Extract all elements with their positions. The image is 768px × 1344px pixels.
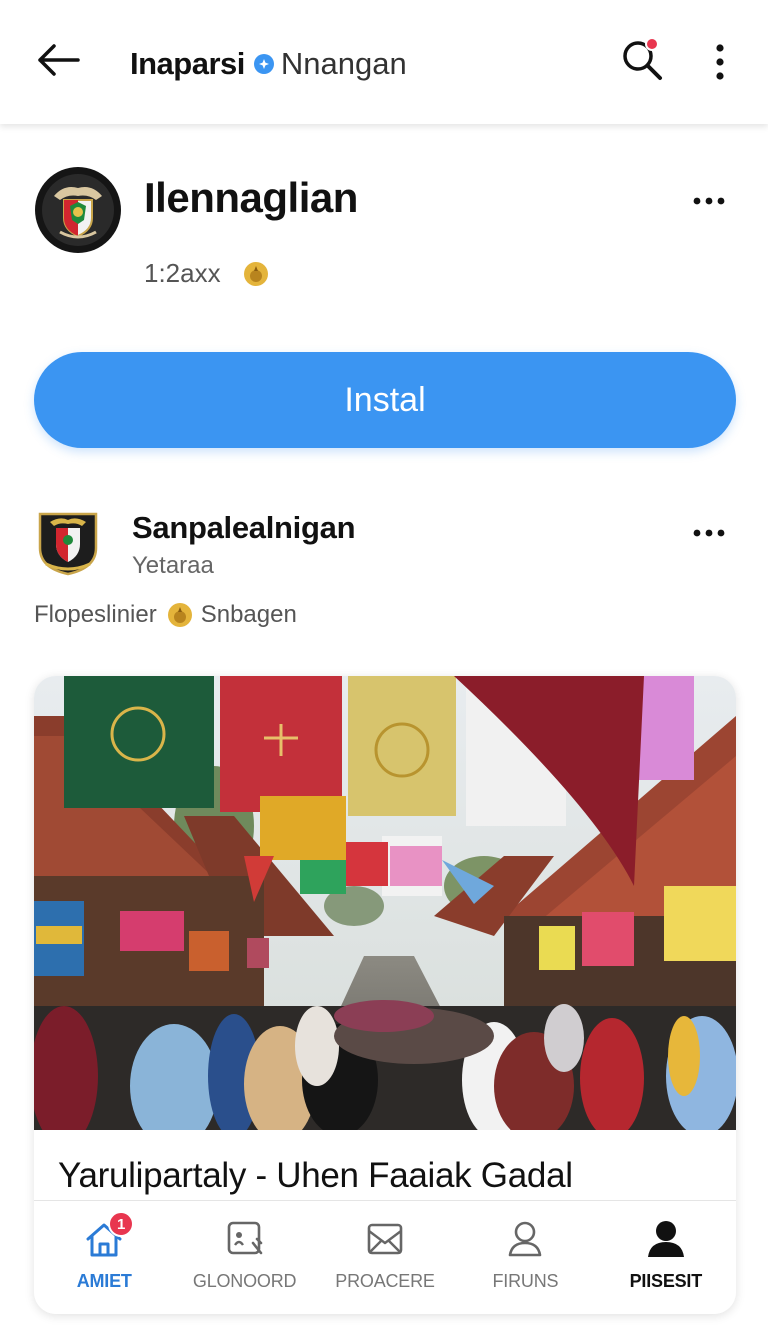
page-title: Inaparsi Nnangan: [130, 42, 407, 86]
user-outline-icon: [509, 1221, 542, 1257]
profile-avatar[interactable]: [34, 166, 122, 254]
post-meta-left: Flopeslinier: [34, 601, 157, 628]
nav-icon-wrap: [223, 1217, 267, 1261]
nav-label-home: AMIET: [76, 1271, 132, 1291]
nav-icon-wrap: [644, 1217, 688, 1261]
post-author-name[interactable]: Sanpalealnigan: [132, 510, 356, 546]
post-meta: Flopeslinier Snbagen: [34, 601, 297, 629]
search-icon: [623, 37, 662, 80]
post-card: Yarulipartaly - Uhen Faaiak Gadal 1 AMIE…: [34, 676, 736, 1314]
search-button[interactable]: [618, 36, 666, 84]
verified-badge-icon: [253, 54, 274, 74]
profile-meta-text: 1:2axx: [144, 258, 221, 288]
more-horizontal-icon: [693, 197, 725, 205]
nav-item-proacere[interactable]: PROACERE: [315, 1201, 455, 1314]
nav-icon-wrap: [503, 1217, 547, 1261]
main-content: Ilennaglian 1:2axx Instal Sanpalealnigan…: [0, 124, 768, 1344]
nav-item-glonoord[interactable]: GLONOORD: [174, 1201, 314, 1314]
profile-name: Ilennaglian: [144, 174, 358, 221]
install-button[interactable]: Instal: [34, 352, 736, 448]
overflow-menu-button[interactable]: [704, 40, 736, 84]
post-author-avatar[interactable]: [36, 508, 100, 576]
emoji-icon: [167, 603, 192, 627]
nav-item-home[interactable]: 1 AMIET: [34, 1201, 174, 1314]
post-image[interactable]: [34, 676, 736, 1130]
back-button[interactable]: [32, 36, 84, 84]
more-vertical-icon: [716, 44, 724, 80]
nav-label-piisesit: PIISESIT: [629, 1271, 703, 1291]
notification-badge: 1: [108, 1211, 135, 1237]
more-horizontal-icon: [693, 529, 725, 537]
nav-item-piisesit[interactable]: PIISESIT: [596, 1201, 736, 1314]
nav-icon-wrap: 1: [82, 1211, 135, 1261]
post-caption: Yarulipartaly - Uhen Faaiak Gadal: [58, 1156, 573, 1195]
page-title-subtitle: Nnangan: [280, 46, 407, 81]
top-app-bar: Inaparsi Nnangan: [0, 0, 768, 124]
post-meta-right: Snbagen: [200, 601, 297, 628]
post-author-handle: Yetaraa: [132, 552, 214, 579]
profile-more-button[interactable]: [690, 186, 728, 216]
nav-label-firuns: FIRUNS: [492, 1271, 559, 1291]
nav-label-proacere: PROACERE: [335, 1271, 435, 1291]
arrow-left-icon: [38, 44, 80, 76]
emoji-icon: [243, 261, 268, 286]
nav-item-firuns[interactable]: FIRUNS: [455, 1201, 595, 1314]
nav-label-glonoord: GLONOORD: [192, 1271, 297, 1291]
page-title-main: Inaparsi: [130, 46, 245, 81]
envelope-icon: [367, 1223, 403, 1255]
profile-card-icon: [227, 1221, 262, 1255]
profile-meta: 1:2axx: [144, 258, 269, 289]
bottom-navigation: 1 AMIET GLONOORD PROACERE FIRUNS PIISESI…: [34, 1200, 736, 1314]
user-filled-icon: [647, 1221, 684, 1257]
nav-icon-wrap: [363, 1217, 407, 1261]
post-more-button[interactable]: [690, 518, 728, 548]
